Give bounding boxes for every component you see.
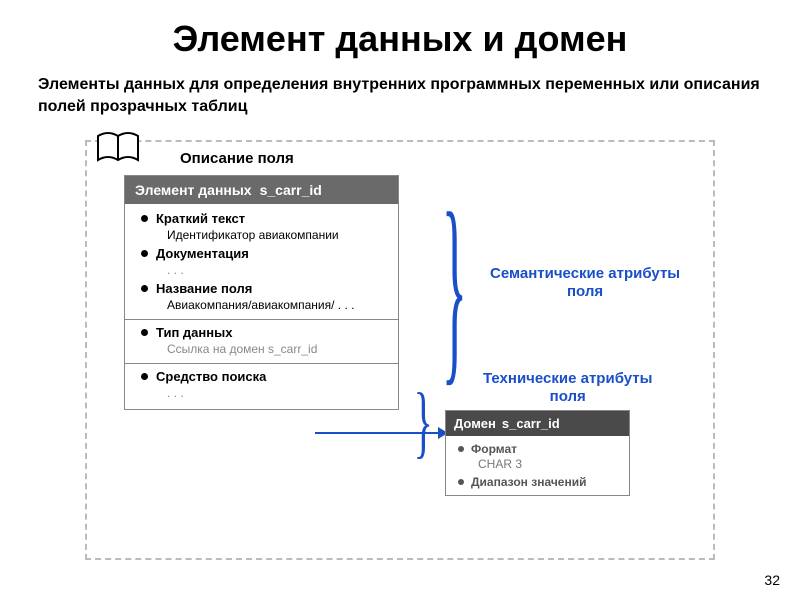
de-data-type-label: Тип данных [156, 325, 232, 340]
slide-subtitle: Элементы данных для определения внутренн… [0, 60, 800, 117]
dm-format-label: Формат [471, 442, 517, 456]
dm-item-format: Формат CHAR 3 [446, 440, 629, 473]
de-item-data-type: Тип данных Ссылка на домен s_carr_id [125, 324, 398, 359]
de-documentation-label: Документация [156, 246, 249, 261]
callout-technical-attributes: Технические атрибутыполя [483, 370, 652, 406]
data-element-header: Элемент данных s_carr_id [125, 176, 398, 204]
dm-header-prefix: Домен [454, 416, 496, 431]
de-header-name: s_carr_id [260, 182, 322, 198]
de-documentation-sub: . . . [141, 263, 388, 277]
de-field-name-sub: Авиакомпания/авиакомпания/ . . . [141, 298, 388, 312]
bullet-icon [141, 250, 148, 257]
bullet-icon [141, 285, 148, 292]
arrow-line [315, 432, 445, 434]
bullet-icon [141, 329, 148, 336]
de-short-text-label: Краткий текст [156, 211, 245, 226]
page-number: 32 [764, 572, 780, 588]
de-header-prefix: Элемент данных [135, 182, 252, 198]
de-item-field-name: Название поля Авиакомпания/авиакомпания/… [125, 280, 398, 315]
slide-title: Элемент данных и домен [0, 0, 800, 60]
data-element-card: Элемент данных s_carr_id Краткий текст И… [124, 175, 399, 410]
de-item-search-help: Средство поиска . . . [125, 368, 398, 403]
brace-semantic: } [442, 188, 467, 388]
book-icon [96, 130, 140, 169]
de-search-help-sub: . . . [141, 386, 388, 400]
brace-technical: } [414, 390, 433, 454]
de-item-documentation: Документация . . . [125, 245, 398, 280]
de-search-help-label: Средство поиска [156, 369, 266, 384]
domain-header: Домен s_carr_id [446, 411, 629, 436]
de-short-text-sub: Идентификатор авиакомпании [141, 228, 388, 242]
de-data-type-sub: Ссылка на домен s_carr_id [141, 342, 388, 356]
callout-semantic-attributes: Семантические атрибутыполя [490, 265, 680, 301]
bullet-icon [141, 373, 148, 380]
divider [125, 363, 398, 364]
dm-header-name: s_carr_id [502, 416, 560, 431]
bullet-icon [458, 446, 464, 452]
dm-item-range: Диапазон значений [446, 473, 629, 491]
dm-range-label: Диапазон значений [471, 475, 586, 489]
domain-card: Домен s_carr_id Формат CHAR 3 Диапазон з… [445, 410, 630, 496]
de-field-name-label: Название поля [156, 281, 252, 296]
de-item-short-text: Краткий текст Идентификатор авиакомпании [125, 210, 398, 245]
bullet-icon [141, 215, 148, 222]
dm-format-sub: CHAR 3 [458, 457, 621, 471]
bullet-icon [458, 479, 464, 485]
divider [125, 319, 398, 320]
field-description-label: Описание поля [180, 150, 294, 167]
